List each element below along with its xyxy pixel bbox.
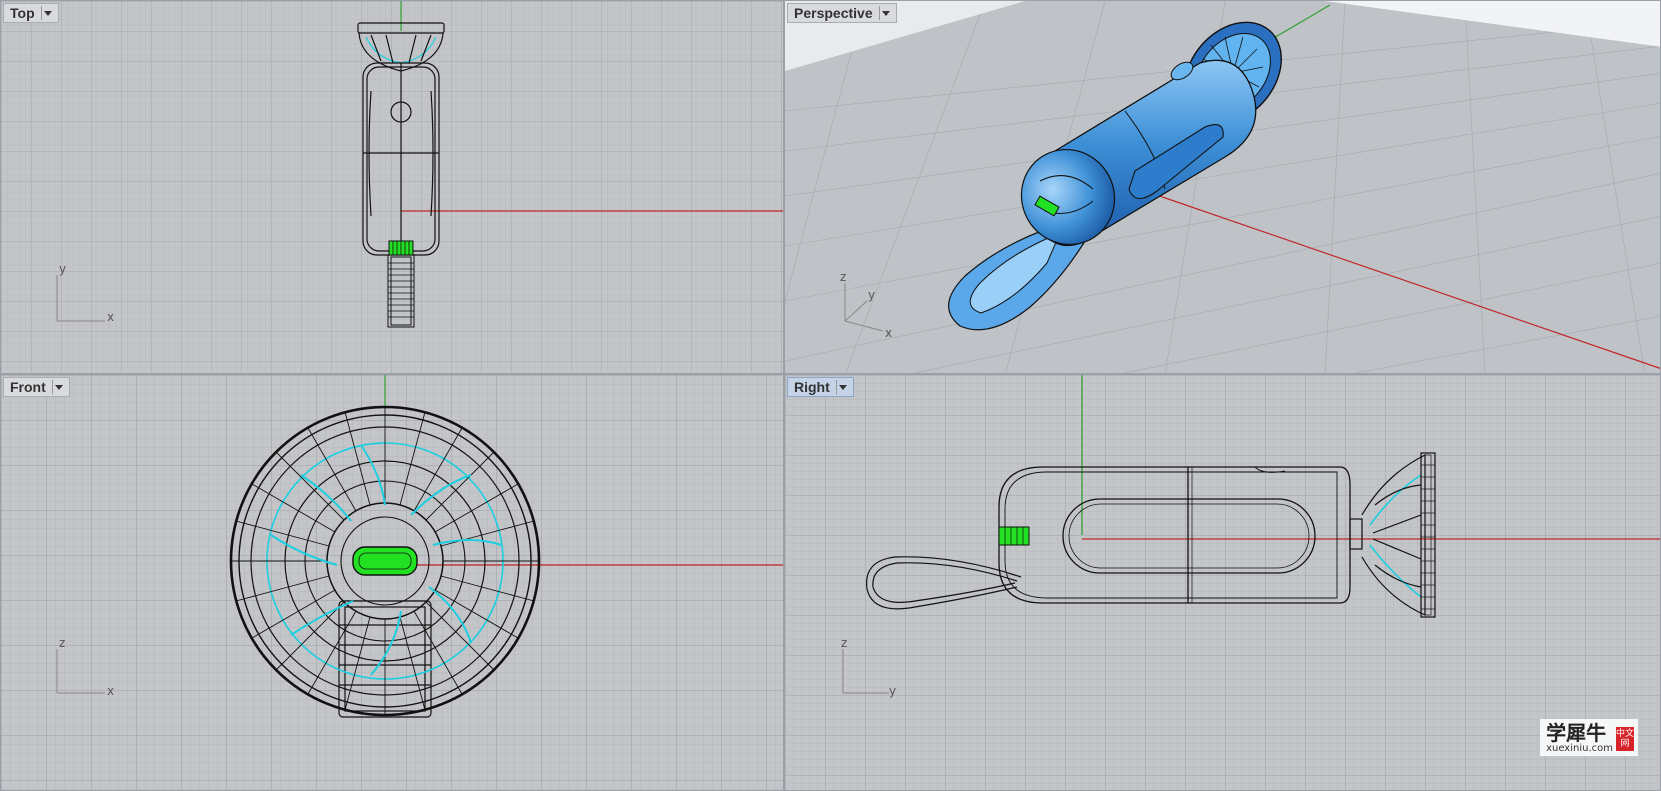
tab-perspective-viewport[interactable]: Perspective [787, 3, 897, 23]
viewport-menu-dropdown-icon[interactable] [40, 6, 54, 20]
axis-label-x: x [885, 326, 892, 340]
viewport-title: Top [10, 5, 35, 21]
viewport-top[interactable]: x y Top [0, 0, 784, 374]
viewport-right[interactable]: y z Right 学犀牛 xuexiniu.com 中文网 [784, 374, 1661, 791]
viewport-menu-dropdown-icon[interactable] [51, 380, 65, 394]
viewport-menu-dropdown-icon[interactable] [835, 380, 849, 394]
axis-label-y: y [889, 684, 896, 698]
watermark-logo: 学犀牛 xuexiniu.com 中文网 [1540, 719, 1638, 756]
top-view-scene: x y [1, 1, 783, 373]
viewport-title: Right [794, 379, 830, 395]
viewport-front[interactable]: x z Front [0, 374, 784, 791]
power-button-right [998, 526, 1030, 546]
axis-label-x: x [107, 310, 114, 324]
axis-label-z: z [840, 270, 846, 284]
axis-label-x: x [107, 684, 114, 698]
axis-label-z: z [841, 636, 847, 650]
viewport-menu-dropdown-icon[interactable] [878, 6, 892, 20]
tab-right-viewport[interactable]: Right [787, 377, 854, 397]
axis-label-z: z [59, 636, 65, 650]
front-view-scene: x z [1, 375, 783, 790]
watermark-url: xuexiniu.com [1546, 743, 1613, 754]
rhino-four-viewport-layout: x y Top z y x Perspective x z Front y z … [0, 0, 1661, 791]
viewport-perspective[interactable]: z y x Perspective [784, 0, 1661, 374]
tab-top-viewport[interactable]: Top [3, 3, 59, 23]
power-button-front [352, 546, 418, 576]
tab-front-viewport[interactable]: Front [3, 377, 70, 397]
viewport-title: Front [10, 379, 46, 395]
right-view-scene: y z [785, 375, 1660, 790]
watermark-chinese-text: 学犀牛 [1546, 721, 1607, 745]
viewport-title: Perspective [794, 5, 873, 21]
axis-label-y: y [59, 262, 66, 276]
perspective-view-scene: z y x [785, 1, 1660, 373]
axis-label-y: y [868, 288, 875, 302]
watermark-badge: 中文网 [1616, 726, 1635, 751]
